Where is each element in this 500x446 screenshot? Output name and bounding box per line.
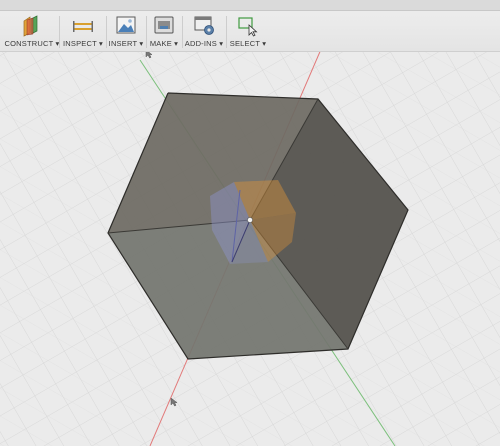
make-3d-print-icon	[154, 16, 174, 34]
measure-ruler-icon	[73, 21, 93, 32]
toolbar-separator	[146, 16, 147, 48]
inspect-label: INSPECT ▾	[62, 39, 104, 48]
toolbar-separator	[226, 16, 227, 48]
toolbar: CONSTRUCT ▾ INSPECT ▾ INSERT ▾ MAKE ▾ AD…	[0, 0, 500, 52]
addins-gear-icon	[194, 16, 214, 35]
insert-button[interactable]: INSERT ▾	[108, 15, 144, 51]
3d-viewport[interactable]	[0, 0, 500, 446]
inspect-button[interactable]: INSPECT ▾	[62, 15, 104, 51]
select-button[interactable]: SELECT ▾	[230, 15, 266, 51]
insert-label: INSERT ▾	[108, 39, 144, 48]
select-arrow-icon	[238, 17, 258, 37]
addins-button[interactable]: ADD-INS ▾	[184, 15, 224, 51]
select-label: SELECT ▾	[229, 39, 267, 48]
toolbar-separator	[59, 16, 60, 48]
origin-point[interactable]	[247, 217, 253, 223]
addins-label: ADD-INS ▾	[184, 39, 224, 48]
construct-plane-icon	[23, 15, 38, 37]
toolbar-title-strip	[0, 0, 500, 11]
construct-label: CONSTRUCT ▾	[4, 39, 60, 48]
toolbar-separator	[106, 16, 107, 48]
toolbar-separator	[182, 16, 183, 48]
make-button[interactable]: MAKE ▾	[148, 15, 180, 51]
insert-image-icon	[116, 16, 136, 34]
construct-button[interactable]: CONSTRUCT ▾	[5, 15, 59, 51]
make-label: MAKE ▾	[149, 39, 179, 48]
